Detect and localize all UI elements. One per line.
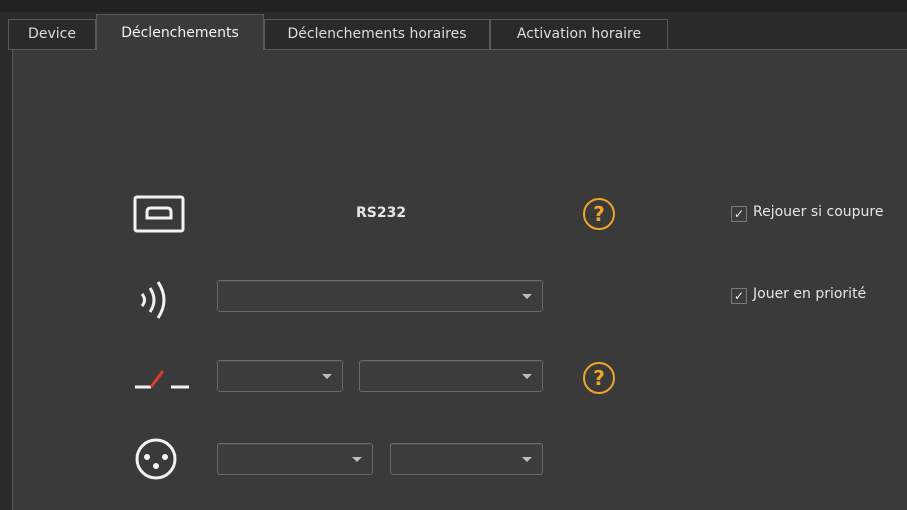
wireless-trigger-select[interactable] xyxy=(217,280,543,312)
play-priority-label: Jouer en priorité xyxy=(753,286,867,302)
chevron-down-icon xyxy=(322,374,332,379)
replay-on-cut-label: Rejouer si coupure xyxy=(753,204,884,220)
checkbox-check-icon: ✓ xyxy=(731,206,747,222)
play-priority-checkbox[interactable]: ✓ Jouer en priorité xyxy=(731,286,866,304)
rs232-label: RS232 xyxy=(356,205,407,221)
tab-declenchements[interactable]: Déclenchements xyxy=(96,14,264,50)
chevron-down-icon xyxy=(522,374,532,379)
contact-select-1[interactable] xyxy=(217,360,343,392)
dmx-connector-icon xyxy=(135,438,177,480)
checkbox-check-icon: ✓ xyxy=(731,288,747,304)
tab-declenchements-horaires[interactable]: Déclenchements horaires xyxy=(264,19,490,49)
tab-device[interactable]: Device xyxy=(8,19,96,49)
chevron-down-icon xyxy=(522,457,532,462)
contact-switch-icon xyxy=(135,370,189,389)
replay-on-cut-checkbox[interactable]: ✓ Rejouer si coupure xyxy=(731,204,883,222)
window-top-strip xyxy=(0,0,907,12)
serial-port-icon xyxy=(133,195,185,233)
contact-select-2[interactable] xyxy=(359,360,543,392)
chevron-down-icon xyxy=(352,457,362,462)
dmx-select-2[interactable] xyxy=(390,443,543,475)
tab-activation-horaire[interactable]: Activation horaire xyxy=(490,19,668,49)
contact-help-icon[interactable]: ? xyxy=(583,362,615,394)
wireless-signal-icon xyxy=(140,281,166,319)
rs232-help-icon[interactable]: ? xyxy=(583,198,615,230)
dmx-select-1[interactable] xyxy=(217,443,373,475)
chevron-down-icon xyxy=(522,294,532,299)
